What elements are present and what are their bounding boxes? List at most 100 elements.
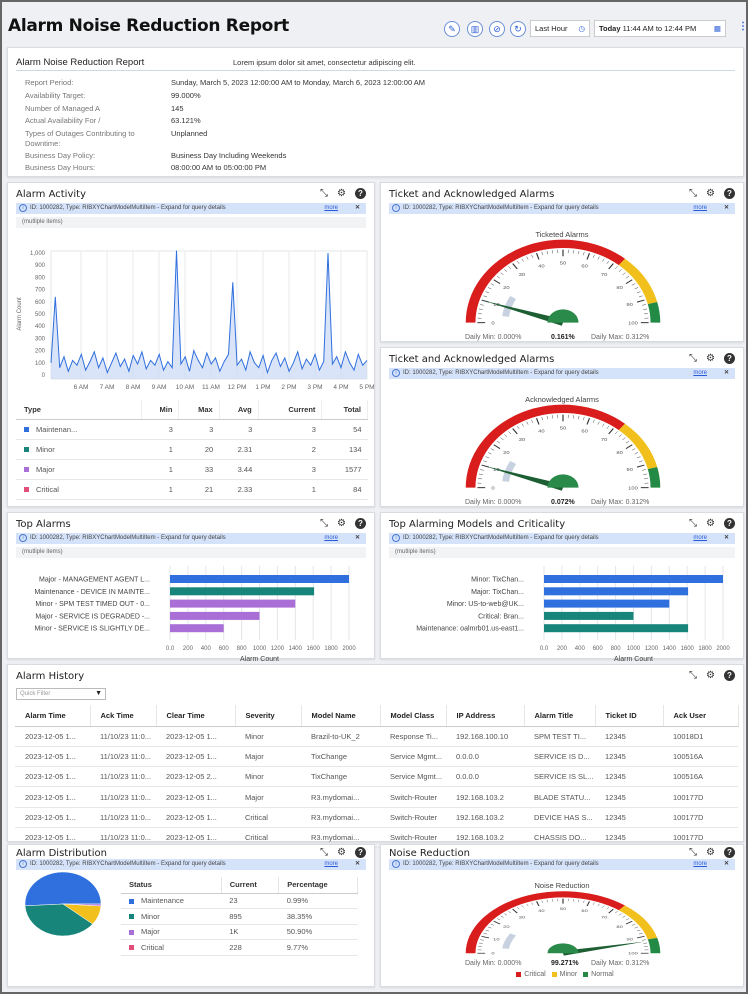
quick-filter-input[interactable]: Quick Filter ▼	[16, 688, 106, 700]
column-header[interactable]: Min	[141, 400, 180, 420]
table-row[interactable]: Major 1 33 3.44 3 1577	[16, 459, 368, 480]
table-row[interactable]: Critical 1 21 2.33 1 84	[16, 479, 368, 500]
help-icon[interactable]: ?	[724, 670, 735, 681]
column-header[interactable]: Model Name	[301, 705, 381, 727]
table-row[interactable]: Minor 895 38.35%	[121, 908, 358, 925]
gauge: 0 10 20 30 40 50 60 70 80 90 100	[465, 890, 661, 956]
gauge-tick-label: 30	[519, 915, 526, 920]
x-axis-label: Alarm Count	[240, 656, 279, 663]
collapse-icon[interactable]: ⤡	[689, 188, 697, 199]
table-row[interactable]: Major 1K 50.90%	[121, 924, 358, 940]
column-header[interactable]: Ack Time	[90, 705, 157, 727]
alarm-activity-table: Type Min Max Avg Current Total Maintenan... 3 3 3…	[16, 400, 368, 500]
dashboard-button[interactable]: ▥	[467, 21, 483, 37]
date-range-picker[interactable]: Today 11:44 AM to 12:44 PM ▦	[594, 20, 726, 37]
report-field-label: Number of Managed A	[25, 104, 101, 113]
column-header[interactable]: Max	[178, 400, 220, 420]
gear-icon[interactable]: ⚙	[337, 847, 346, 858]
help-icon[interactable]: ?	[724, 847, 735, 858]
table-cell: R3.mydomai...	[301, 807, 380, 828]
close-icon[interactable]: ✕	[724, 859, 729, 870]
gauge-tick	[606, 426, 610, 430]
column-header[interactable]: IP Address	[446, 705, 525, 727]
daily-max: Daily Max: 0.312%	[591, 499, 650, 506]
column-header[interactable]: Model Class	[380, 705, 447, 727]
x-tick-label: 600	[593, 646, 604, 652]
column-header[interactable]: Ack User	[663, 705, 739, 727]
help-icon[interactable]: ?	[355, 847, 366, 858]
column-header[interactable]: Percentage	[278, 877, 358, 894]
query-info-bar[interactable]: i ID: 1000282, Type: RIBXYChartModelMulti…	[389, 203, 735, 214]
filter-icon[interactable]: ▼	[95, 689, 102, 699]
help-icon[interactable]: ?	[724, 188, 735, 199]
close-icon[interactable]: ✕	[724, 368, 729, 379]
gauge-tick-label: 30	[519, 438, 525, 444]
gauge-tick	[508, 910, 512, 913]
gauge-band	[618, 424, 658, 470]
gauge-tick	[614, 266, 618, 270]
edit-button[interactable]: ✎	[444, 21, 460, 37]
bar	[544, 624, 689, 633]
gauge-tick	[483, 932, 488, 934]
close-icon[interactable]: ✕	[724, 203, 729, 214]
table-cell: 192.168.100.10	[446, 726, 524, 747]
hide-button[interactable]: ⊘	[489, 21, 505, 37]
column-header[interactable]: Current	[221, 877, 280, 894]
refresh-button[interactable]: ↻	[510, 21, 526, 37]
collapse-icon[interactable]: ⤡	[689, 353, 697, 364]
max-cell: 33	[178, 459, 220, 480]
query-info-bar[interactable]: i ID: 1000282, Type: RIBXYChartModelMulti…	[389, 368, 735, 379]
table-row[interactable]: 2023-12-05 1... 11/10/23 11:0... 2023-12-0…	[15, 726, 738, 747]
x-tick-label: 2 PM	[281, 384, 296, 391]
category-label: Minor - SPM TEST TIMED OUT - 0...	[35, 601, 150, 608]
query-info-bar[interactable]: i ID: 1000282, Type: RIBXYChartModelMulti…	[16, 859, 366, 870]
more-link[interactable]: more	[324, 859, 338, 870]
query-info-bar[interactable]: i ID: 1000282, Type: RIBXYChartModelMulti…	[389, 859, 735, 870]
gauge-tick-label: 10	[493, 937, 500, 942]
table-row[interactable]: 2023-12-05 1... 11/10/23 11:0... 2023-12-0…	[15, 786, 738, 808]
refresh-icon: ↻	[514, 24, 522, 34]
collapse-icon[interactable]: ⤡	[689, 847, 697, 858]
gear-icon[interactable]: ⚙	[706, 353, 715, 364]
column-header[interactable]: Ticket ID	[595, 705, 664, 727]
gear-icon[interactable]: ⚙	[706, 670, 715, 681]
gear-icon[interactable]: ⚙	[706, 847, 715, 858]
collapse-icon[interactable]: ⤡	[689, 670, 697, 681]
table-row[interactable]: 2023-12-05 1... 11/10/23 11:0... 2023-12-0…	[15, 766, 738, 788]
table-row[interactable]: Critical 228 9.77%	[121, 939, 358, 956]
gear-icon[interactable]: ⚙	[706, 188, 715, 199]
alarm-history-table: Alarm Time Ack Time Clear Time Severity Mode…	[15, 705, 739, 849]
column-header[interactable]: Alarm Title	[524, 705, 596, 727]
table-row[interactable]: Minor 1 20 2.31 2 134	[16, 439, 368, 460]
column-header[interactable]: Alarm Time	[15, 705, 91, 727]
column-header[interactable]: Current	[258, 400, 323, 420]
more-link[interactable]: more	[693, 859, 707, 870]
column-header[interactable]: Total	[321, 400, 368, 420]
table-row[interactable]: Maintenance 23 0.99%	[121, 893, 358, 909]
more-link[interactable]: more	[693, 368, 707, 379]
table-cell: 12345	[595, 726, 663, 747]
gauge-value: 99.271%	[551, 960, 579, 967]
table-row[interactable]: 2023-12-05 1... 11/10/23 11:0... 2023-12-0…	[15, 746, 738, 768]
column-header[interactable]: Severity	[235, 705, 302, 727]
collapse-icon[interactable]: ⤡	[320, 847, 328, 858]
table-row[interactable]: 2023-12-05 1... 11/10/23 11:0... 2023-12-0…	[15, 807, 738, 828]
x-tick-label: 0.0	[166, 646, 175, 652]
more-link[interactable]: more	[693, 203, 707, 214]
x-tick-label: 6 AM	[74, 384, 89, 391]
gauge-tick	[618, 434, 622, 438]
table-row[interactable]: Maintenan... 3 3 3 3 54	[16, 419, 368, 440]
column-header[interactable]: Type	[16, 400, 143, 420]
time-range-select[interactable]: Last Hour ◷	[530, 20, 590, 37]
gauge-tick	[608, 263, 614, 270]
card-title: Alarm Distribution	[16, 848, 107, 859]
column-header[interactable]: Avg	[219, 400, 259, 420]
gauge-tick	[531, 902, 534, 905]
close-icon[interactable]: ✕	[355, 859, 360, 870]
help-icon[interactable]: ?	[724, 353, 735, 364]
more-menu-icon[interactable]: ⋮	[738, 21, 748, 32]
gauge-tick	[516, 261, 520, 265]
column-header[interactable]: Clear Time	[156, 705, 236, 727]
column-header[interactable]: Status	[121, 877, 222, 894]
current-cell: 3	[258, 419, 322, 440]
